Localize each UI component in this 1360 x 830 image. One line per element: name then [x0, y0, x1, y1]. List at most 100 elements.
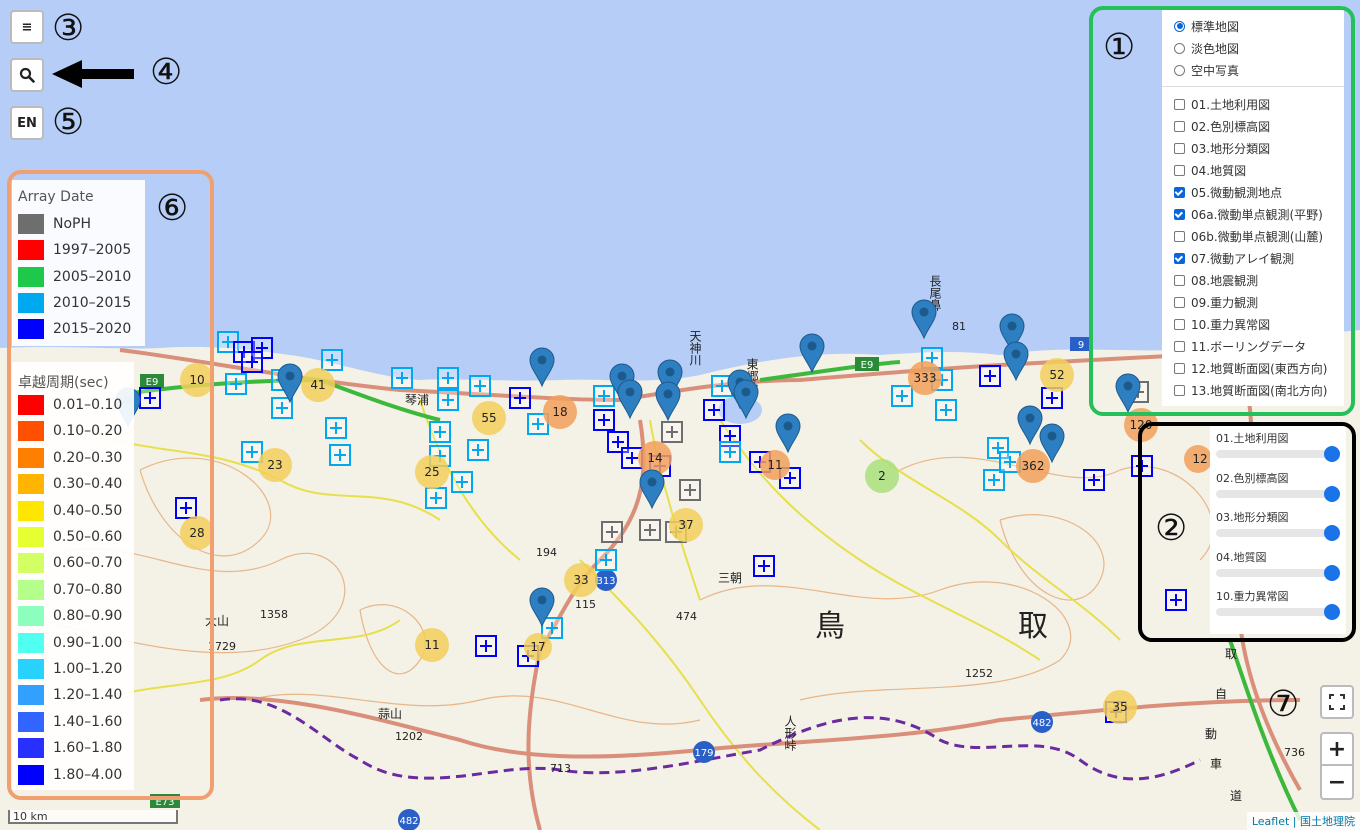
- observation-marker[interactable]: [475, 635, 497, 657]
- svg-text:362: 362: [1022, 459, 1045, 473]
- cluster[interactable]: 33: [564, 563, 598, 597]
- fullscreen-icon: [1329, 694, 1345, 710]
- elev-1252: 1252: [965, 667, 993, 680]
- cluster[interactable]: 37: [669, 508, 703, 542]
- observation-marker[interactable]: [595, 549, 617, 571]
- place-michi: 道: [1230, 789, 1242, 803]
- observation-marker[interactable]: [753, 555, 775, 577]
- cluster[interactable]: 25: [415, 455, 449, 489]
- svg-text:55: 55: [481, 411, 496, 425]
- observation-marker[interactable]: [679, 479, 701, 501]
- observation-marker[interactable]: [639, 519, 661, 541]
- elev-115: 115: [575, 598, 596, 611]
- zoom-out-button[interactable]: −: [1320, 766, 1354, 800]
- observation-marker[interactable]: [593, 385, 615, 407]
- zoom-in-icon: +: [1327, 736, 1347, 762]
- svg-text:23: 23: [267, 458, 282, 472]
- svg-text:14: 14: [647, 451, 662, 465]
- place-do: 動: [1205, 727, 1217, 741]
- route-313: 313: [596, 576, 615, 587]
- callout-4: ④: [150, 52, 183, 93]
- cluster[interactable]: 11: [760, 450, 790, 480]
- observation-marker[interactable]: [391, 367, 413, 389]
- place-tottori-1: 鳥: [815, 609, 845, 644]
- place-hiruzen: 蒜山: [378, 707, 402, 721]
- callout-3: ③: [52, 8, 85, 49]
- cluster[interactable]: 52: [1040, 358, 1074, 392]
- svg-text:41: 41: [310, 378, 325, 392]
- observation-marker[interactable]: [601, 521, 623, 543]
- cluster[interactable]: 41: [301, 368, 335, 402]
- cluster[interactable]: 55: [472, 401, 506, 435]
- svg-text:11: 11: [424, 638, 439, 652]
- legend-highlight-frame: [7, 170, 214, 800]
- observation-marker[interactable]: [935, 399, 957, 421]
- observation-marker[interactable]: [241, 351, 263, 373]
- svg-text:33: 33: [573, 573, 588, 587]
- observation-marker[interactable]: [437, 389, 459, 411]
- observation-marker[interactable]: [329, 444, 351, 466]
- cluster[interactable]: 18: [543, 395, 577, 429]
- cluster[interactable]: 11: [415, 628, 449, 662]
- place-ningyo: 人形峠: [783, 715, 797, 751]
- observation-marker[interactable]: [979, 365, 1001, 387]
- search-icon: [19, 67, 35, 83]
- svg-text:37: 37: [678, 518, 693, 532]
- route-482a: 482: [399, 816, 418, 827]
- cluster[interactable]: 17: [524, 633, 552, 661]
- attribution: Leaflet | 国土地理院: [1246, 812, 1360, 830]
- observation-marker[interactable]: [321, 349, 343, 371]
- observation-marker[interactable]: [703, 399, 725, 421]
- zoom-in-button[interactable]: +: [1320, 732, 1354, 766]
- cluster[interactable]: 333: [908, 361, 942, 395]
- leaflet-link[interactable]: Leaflet: [1252, 815, 1289, 828]
- cluster[interactable]: 2: [865, 459, 899, 493]
- observation-marker[interactable]: [719, 441, 741, 463]
- observation-marker[interactable]: [437, 367, 459, 389]
- fullscreen-button[interactable]: [1320, 685, 1354, 719]
- search-button[interactable]: [10, 58, 44, 92]
- observation-marker[interactable]: [271, 397, 293, 419]
- menu-button[interactable]: ≡: [10, 10, 44, 44]
- observation-marker[interactable]: [469, 375, 491, 397]
- svg-text:35: 35: [1112, 700, 1127, 714]
- cluster[interactable]: 23: [258, 448, 292, 482]
- route-9: 9: [1078, 340, 1084, 351]
- observation-marker[interactable]: [451, 471, 473, 493]
- svg-text:11: 11: [767, 458, 782, 472]
- svg-text:25: 25: [424, 465, 439, 479]
- gsi-link[interactable]: 国土地理院: [1300, 815, 1355, 828]
- elev-1358: 1358: [260, 608, 288, 621]
- observation-marker[interactable]: [593, 409, 615, 431]
- place-tenjin: 天神川: [688, 330, 702, 366]
- cluster[interactable]: 35: [1103, 690, 1137, 724]
- place-sha: 車: [1210, 757, 1222, 771]
- elev-194: 194: [536, 546, 557, 559]
- place-kotoura: 琴浦: [405, 393, 429, 407]
- svg-text:333: 333: [914, 371, 937, 385]
- elev-736: 736: [1284, 746, 1305, 759]
- cluster[interactable]: 362: [1016, 449, 1050, 483]
- place-tottori-2: 取: [1018, 609, 1048, 644]
- observation-marker[interactable]: [661, 421, 683, 443]
- svg-text:52: 52: [1049, 368, 1064, 382]
- observation-marker[interactable]: [509, 387, 531, 409]
- observation-marker[interactable]: [325, 417, 347, 439]
- language-button[interactable]: EN: [10, 106, 44, 140]
- route-e9b: E9: [861, 360, 874, 371]
- observation-marker[interactable]: [891, 385, 913, 407]
- route-482b: 482: [1032, 718, 1051, 729]
- zoom-out-icon: −: [1327, 769, 1347, 795]
- place-tori: 取: [1225, 647, 1237, 661]
- observation-marker[interactable]: [1083, 469, 1105, 491]
- scale-bar: 10 km: [8, 810, 178, 824]
- callout-7: ⑦: [1267, 684, 1300, 725]
- observation-marker[interactable]: [425, 487, 447, 509]
- language-label: EN: [17, 115, 37, 131]
- observation-marker[interactable]: [467, 439, 489, 461]
- observation-marker[interactable]: [225, 373, 247, 395]
- observation-marker[interactable]: [241, 441, 263, 463]
- place-misasa: 三朝: [718, 571, 742, 585]
- elev-81: 81: [952, 320, 966, 333]
- observation-marker[interactable]: [429, 421, 451, 443]
